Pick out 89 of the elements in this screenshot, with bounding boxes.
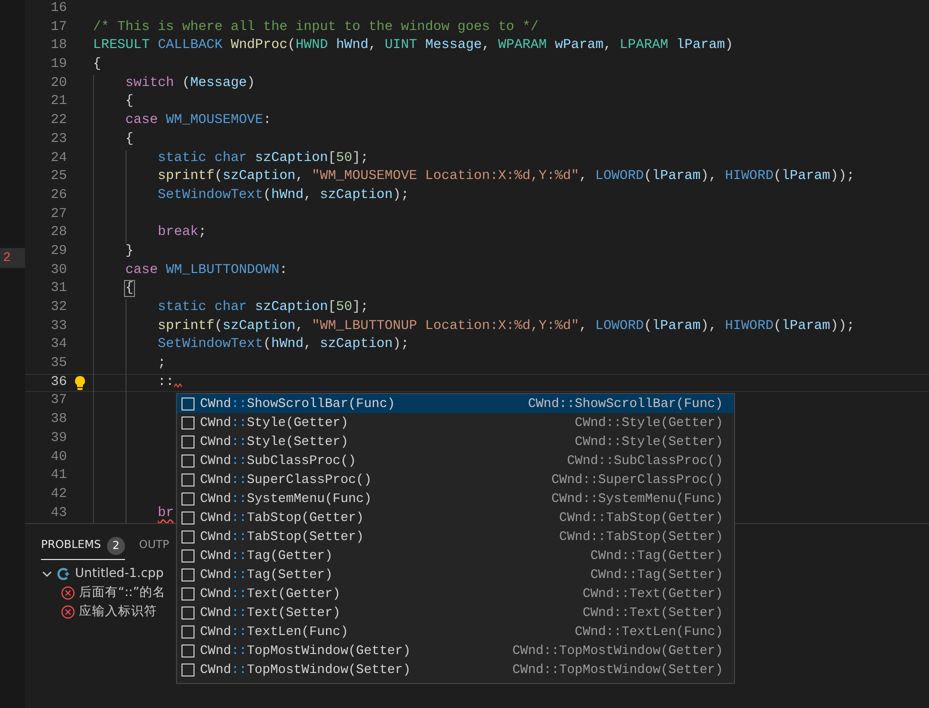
- suggestion-item[interactable]: CWnd::TabStop(Setter) CWnd::TabStop(Setter): [177, 527, 734, 546]
- lightbulb-icon[interactable]: [74, 375, 86, 392]
- suggestion-item[interactable]: CWnd::ShowScrollBar(Func) CWnd::ShowScrollBar(Func): [177, 394, 734, 413]
- line-number: 16: [50, 0, 67, 18]
- suggestion-item[interactable]: CWnd::TopMostWindow(Setter) CWnd::TopMostWindow(Setter): [177, 660, 734, 679]
- line-number: 32: [50, 299, 67, 317]
- symbol-icon: [181, 454, 195, 468]
- suggestion-item[interactable]: CWnd::SuperClassProc() CWnd::SuperClassProc(): [177, 470, 734, 489]
- symbol-icon: [181, 416, 195, 430]
- code-line: LRESULT CALLBACK WndProc(HWND hWnd, UINT Message, WPARAM wParam, LPARAM lParam): [93, 38, 734, 54]
- suggestion-item[interactable]: CWnd::TabStop(Getter) CWnd::TabStop(Getter): [177, 508, 734, 527]
- code-line: {: [93, 57, 102, 72]
- line-number: 17: [50, 18, 67, 37]
- line-number: 34: [50, 336, 67, 354]
- line-number: 24: [50, 150, 67, 168]
- line-number: 37: [50, 392, 67, 410]
- line-number: 30: [50, 262, 67, 280]
- symbol-icon: [181, 644, 195, 658]
- code-line: ::: [158, 374, 174, 390]
- line-number: 43: [50, 504, 67, 523]
- error-icon: [61, 586, 75, 600]
- line-number: 35: [50, 355, 67, 374]
- code-line: br: [158, 506, 174, 521]
- code-line: /* This is where all the input to the window goes to */: [93, 20, 539, 35]
- suggestion-item[interactable]: CWnd::Tag(Setter) CWnd::Tag(Setter): [177, 565, 734, 584]
- panel-tab[interactable]: PROBLEMS 2: [41, 528, 126, 560]
- line-number: 29: [50, 242, 67, 261]
- suggestion-item[interactable]: CWnd::TopMostWindow(Getter) CWnd::TopMostWindow(Getter): [177, 641, 734, 660]
- line-number: 27: [50, 206, 67, 224]
- symbol-icon: [181, 530, 195, 544]
- line-number: 38: [50, 411, 67, 430]
- symbol-icon: [181, 624, 195, 638]
- suggestion-item[interactable]: CWnd::SystemMenu(Func) CWnd::SystemMenu(Func): [177, 489, 734, 508]
- line-number: 20: [50, 74, 67, 93]
- code-line: {: [125, 132, 134, 147]
- line-number: 31: [50, 280, 67, 298]
- code-line: case WM_MOUSEMOVE:: [125, 113, 272, 128]
- symbol-icon: [181, 492, 195, 506]
- symbol-icon: [181, 396, 195, 410]
- line-number: 19: [50, 56, 67, 74]
- suggestion-item[interactable]: CWnd::Style(Setter) CWnd::Style(Setter): [177, 432, 734, 451]
- code-line: SetWindowText(hWnd, szCaption);: [158, 188, 409, 203]
- cpp-file-icon: [57, 566, 71, 580]
- code-line: }: [125, 244, 134, 259]
- symbol-icon: [181, 548, 195, 562]
- code-line: ;: [158, 356, 166, 372]
- code-line: {: [125, 281, 134, 296]
- code-line: SetWindowText(hWnd, szCaption);: [158, 337, 409, 352]
- line-number: 26: [50, 186, 67, 205]
- suggestion-item[interactable]: CWnd::Text(Getter) CWnd::Text(Getter): [177, 584, 734, 603]
- problem-message[interactable]: 应输入标识符: [79, 602, 157, 621]
- suggestion-item[interactable]: CWnd::Tag(Getter) CWnd::Tag(Getter): [177, 546, 734, 565]
- code-line: sprintf(szCaption, "WM_MOUSEMOVE Location:X:%d,Y:%d", LOWORD(lParam), HIWORD(lParam));: [158, 169, 855, 184]
- suggestion-item[interactable]: CWnd::SubClassProc() CWnd::SubClassProc(): [177, 451, 734, 470]
- symbol-icon: [181, 434, 195, 448]
- line-number: 28: [50, 224, 67, 242]
- symbol-icon: [181, 606, 195, 620]
- line-number: 42: [50, 486, 67, 504]
- count-badge: 2: [107, 536, 126, 554]
- suggestion-item[interactable]: CWnd::Style(Getter) CWnd::Style(Getter): [177, 413, 734, 432]
- symbol-icon: [181, 568, 195, 582]
- code-line: break;: [158, 225, 206, 240]
- panel-tab[interactable]: OUTP: [139, 529, 170, 559]
- symbol-icon: [181, 586, 195, 600]
- code-line: sprintf(szCaption, "WM_LBUTTONUP Location:X:%d,Y:%d", LOWORD(lParam), HIWORD(lParam));: [158, 318, 855, 334]
- line-number: 40: [50, 448, 67, 466]
- symbol-icon: [181, 662, 195, 676]
- code-line: static char szCaption[50];: [158, 150, 368, 166]
- line-number: 33: [50, 318, 67, 336]
- file-name[interactable]: Untitled-1.cpp: [75, 564, 164, 583]
- line-number: 36: [50, 374, 67, 392]
- error-icon: [61, 604, 75, 618]
- line-number: 18: [50, 37, 67, 56]
- code-line: {: [125, 94, 134, 110]
- line-number: 39: [50, 430, 67, 448]
- code-line: case WM_LBUTTONDOWN:: [125, 262, 288, 278]
- error-count: 2: [0, 248, 25, 268]
- symbol-icon: [181, 510, 195, 524]
- code-line: static char szCaption[50];: [158, 300, 368, 315]
- line-number: 25: [50, 168, 67, 186]
- line-number: 23: [50, 130, 67, 149]
- line-number: 21: [50, 93, 67, 112]
- line-number: 41: [50, 467, 67, 486]
- problem-message[interactable]: 后面有“::”的名: [79, 583, 166, 602]
- symbol-icon: [181, 472, 195, 486]
- suggestion-item[interactable]: CWnd::TextLen(Func) CWnd::TextLen(Func): [177, 622, 734, 641]
- line-number: 22: [50, 112, 67, 130]
- code-line: switch (Message): [125, 76, 256, 91]
- suggestion-item[interactable]: CWnd::Text(Setter) CWnd::Text(Setter): [177, 603, 734, 622]
